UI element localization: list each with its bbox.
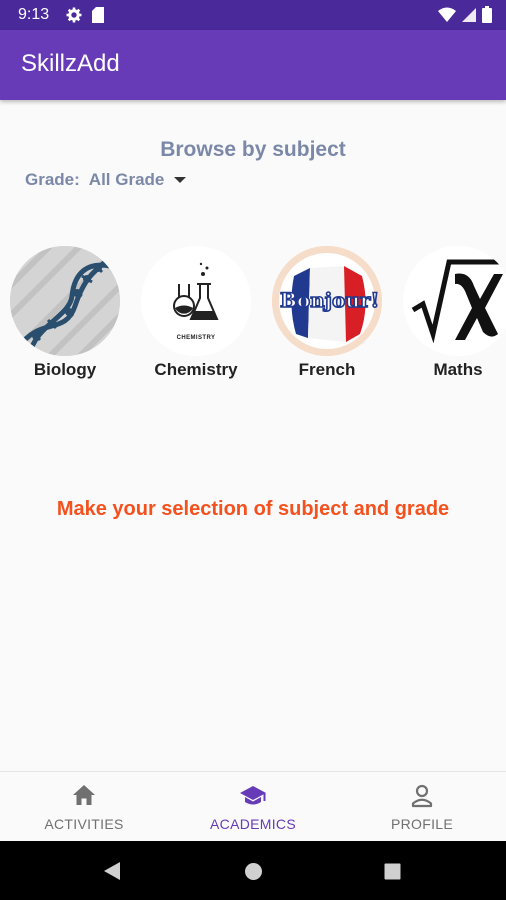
- back-icon[interactable]: [102, 861, 122, 886]
- home-circle-icon[interactable]: [244, 862, 263, 886]
- graduation-cap-icon[interactable]: [239, 784, 267, 813]
- subject-biology[interactable]: Biology: [10, 246, 120, 380]
- battery-icon: [482, 6, 492, 28]
- lab-flasks-icon[interactable]: CHEMISTRY: [141, 246, 251, 356]
- nav-label[interactable]: ACTIVITIES: [0, 816, 168, 832]
- subject-label[interactable]: Maths: [403, 360, 506, 380]
- recents-square-icon[interactable]: [384, 863, 401, 885]
- status-bar: 9:13: [0, 0, 506, 30]
- bottom-navigation: ACTIVITIES ACADEMICS PROFILE: [0, 771, 506, 842]
- grade-selector[interactable]: Grade: All Grade: [25, 170, 187, 190]
- chemistry-caption: CHEMISTRY: [176, 335, 216, 341]
- subject-maths[interactable]: Maths: [403, 246, 506, 380]
- subject-label[interactable]: Chemistry: [141, 360, 251, 380]
- status-time: 9:13: [18, 6, 50, 23]
- square-root-x-icon[interactable]: [403, 246, 506, 356]
- nav-profile[interactable]: PROFILE: [338, 772, 506, 842]
- subject-label[interactable]: Biology: [10, 360, 120, 380]
- system-navigation-bar: [0, 841, 506, 900]
- browse-heading: Browse by subject: [160, 138, 346, 161]
- app-bar: SkillzAdd: [0, 30, 506, 100]
- dropdown-caret-icon[interactable]: [174, 177, 187, 183]
- subject-french[interactable]: Bonjour! French: [272, 246, 382, 380]
- app-title: SkillzAdd: [21, 50, 120, 77]
- sd-card-icon: [92, 7, 104, 28]
- subject-label[interactable]: French: [272, 360, 382, 380]
- nav-activities[interactable]: ACTIVITIES: [0, 772, 168, 842]
- subject-chemistry[interactable]: CHEMISTRY Chemistry: [141, 246, 251, 380]
- bonjour-flag-icon[interactable]: Bonjour!: [272, 246, 382, 356]
- home-icon[interactable]: [72, 784, 96, 811]
- grade-dropdown-value[interactable]: All Grade: [89, 170, 165, 190]
- bonjour-caption: Bonjour!: [279, 287, 380, 313]
- settings-gear-icon: [66, 7, 82, 28]
- wifi-icon: [438, 7, 456, 28]
- nav-academics[interactable]: ACADEMICS: [169, 772, 337, 842]
- nav-label[interactable]: ACADEMICS: [169, 816, 337, 832]
- nav-label[interactable]: PROFILE: [338, 816, 506, 832]
- cell-signal-icon: [462, 7, 476, 28]
- person-icon[interactable]: [411, 784, 433, 813]
- selection-prompt: Make your selection of subject and grade: [56, 498, 450, 520]
- dna-icon[interactable]: [10, 246, 120, 356]
- grade-label: Grade:: [25, 170, 80, 189]
